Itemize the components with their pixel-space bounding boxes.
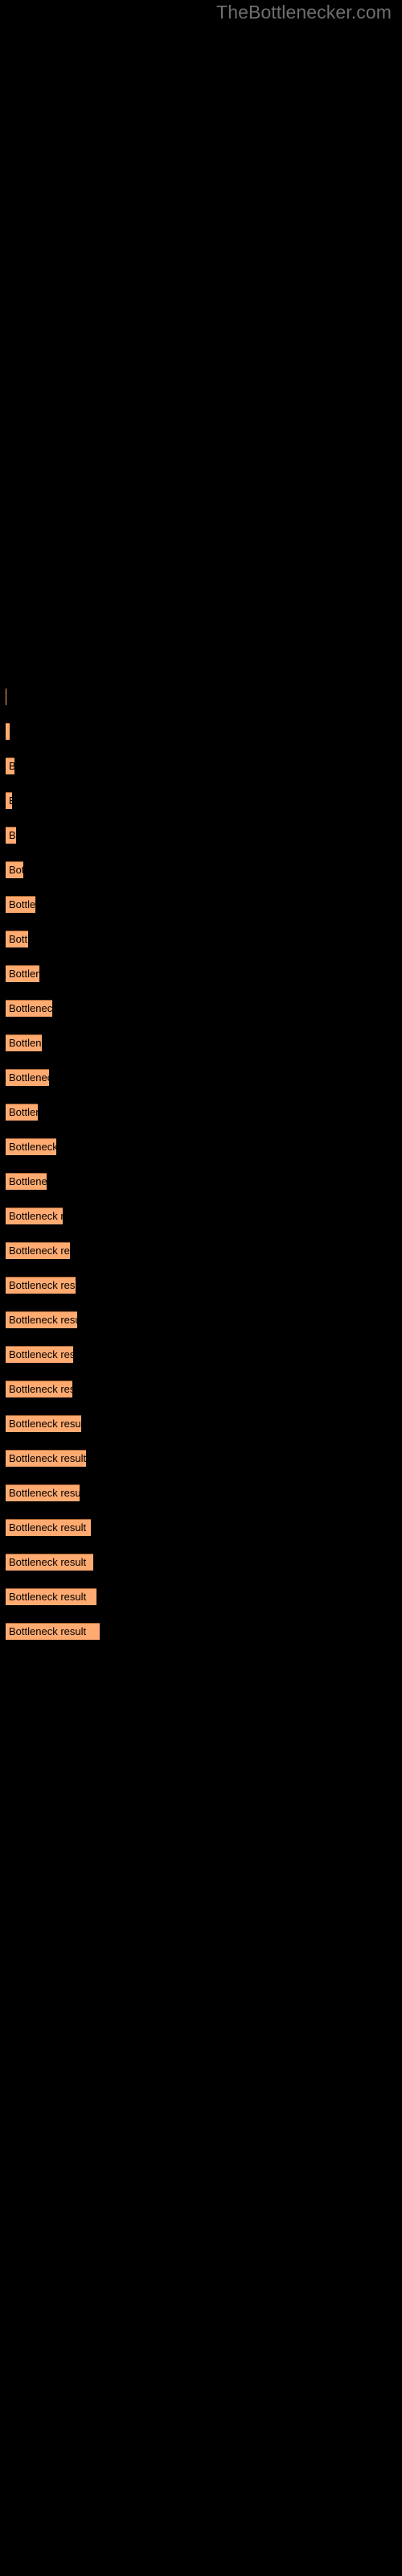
bar-27[interactable]: Bottleneck result bbox=[6, 1588, 96, 1605]
bar-row: Bottleneck result bbox=[0, 723, 402, 740]
bar-row: Bottleneck result bbox=[0, 1346, 402, 1363]
bar-row: Bottleneck result bbox=[0, 1484, 402, 1501]
bar-25[interactable]: Bottleneck result bbox=[6, 1519, 91, 1536]
bar-label: Bottleneck result bbox=[9, 968, 39, 980]
bar-row: Bottleneck result bbox=[0, 1415, 402, 1432]
bar-20[interactable]: Bottleneck result bbox=[6, 1346, 73, 1363]
bar-row: Bottleneck result bbox=[0, 1208, 402, 1224]
bar-label: Bottleneck result bbox=[9, 1452, 86, 1464]
bar-label: Bottleneck result bbox=[9, 898, 35, 910]
bar-label: Bottleneck result bbox=[9, 1106, 38, 1118]
bar-row: Bottleneck result bbox=[0, 1173, 402, 1190]
bar-row: Bottleneck result bbox=[0, 1588, 402, 1605]
bar-14[interactable]: Bottleneck result bbox=[6, 1138, 56, 1155]
bar-row: Bottleneck result bbox=[0, 1104, 402, 1121]
bar-label: Bottleneck result bbox=[9, 1141, 56, 1153]
bar-row: Bottleneck result bbox=[0, 1623, 402, 1640]
bar-row: Bottleneck result bbox=[0, 1450, 402, 1467]
bar-6[interactable]: Bottleneck result bbox=[6, 861, 23, 878]
bar-label: Bottleneck result bbox=[9, 1245, 70, 1257]
bar-26[interactable]: Bottleneck result bbox=[6, 1554, 93, 1571]
bottleneck-bar-chart: Bottleneck result Bottleneck result Bottle… bbox=[0, 0, 402, 2576]
bar-label: Bottleneck result bbox=[9, 1314, 77, 1326]
bar-row: Bottleneck result bbox=[0, 792, 402, 809]
bar-label: Bottleneck result bbox=[9, 726, 10, 737]
bar-row: Bottleneck result bbox=[0, 1519, 402, 1536]
bar-row: Bottleneck result bbox=[0, 1381, 402, 1397]
bar-label: Bottleneck result bbox=[9, 1487, 80, 1499]
bar-row: Bottleneck result bbox=[0, 1554, 402, 1571]
bar-row: Bottleneck result bbox=[0, 931, 402, 947]
bar-28[interactable]: Bottleneck result bbox=[6, 1623, 100, 1640]
bar-row: Bottleneck result bbox=[0, 1242, 402, 1259]
chart-plot-area: Bottleneck result Bottleneck result Bottle… bbox=[0, 0, 402, 2576]
bar-10[interactable]: Bottleneck result bbox=[6, 1000, 52, 1017]
bar-label: Bottleneck result bbox=[9, 1521, 87, 1534]
bar-label: Bottleneck result bbox=[9, 1591, 87, 1603]
bar-8[interactable]: Bottleneck result bbox=[6, 931, 28, 947]
bar-11[interactable]: Bottleneck result bbox=[6, 1034, 42, 1051]
bar-label: Bottleneck result bbox=[9, 1625, 87, 1637]
bar-13[interactable]: Bottleneck result bbox=[6, 1104, 38, 1121]
bar-3[interactable]: Bottleneck result bbox=[6, 758, 14, 774]
bar-24[interactable]: Bottleneck result bbox=[6, 1484, 80, 1501]
bar-2[interactable]: Bottleneck result bbox=[6, 723, 10, 740]
bar-15[interactable]: Bottleneck result bbox=[6, 1173, 47, 1190]
bar-label: Bottleneck result bbox=[9, 1279, 76, 1291]
bar-16[interactable]: Bottleneck result bbox=[6, 1208, 63, 1224]
bar-row: Bottleneck result bbox=[0, 965, 402, 982]
bar-12[interactable]: Bottleneck result bbox=[6, 1069, 49, 1086]
bar-row: Bottleneck result bbox=[0, 861, 402, 878]
bar-5[interactable]: Bottleneck result bbox=[6, 827, 16, 844]
bar-label: Bottleneck result bbox=[9, 829, 16, 841]
bar-row: Bottleneck result bbox=[0, 1277, 402, 1294]
bar-7[interactable]: Bottleneck result bbox=[6, 896, 35, 913]
bar-row: Bottleneck result bbox=[0, 896, 402, 913]
bar-label: Bottleneck result bbox=[9, 1071, 49, 1084]
bar-22[interactable]: Bottleneck result bbox=[6, 1415, 81, 1432]
bar-label: Bottleneck result bbox=[9, 795, 12, 807]
bar-9[interactable]: Bottleneck result bbox=[6, 965, 39, 982]
bar-18[interactable]: Bottleneck result bbox=[6, 1277, 76, 1294]
bar-label: Bottleneck result bbox=[9, 761, 14, 772]
bar-row: Bottleneck result bbox=[0, 1138, 402, 1155]
bar-label: Bottleneck result bbox=[9, 1037, 42, 1049]
bar-21[interactable]: Bottleneck result bbox=[6, 1381, 72, 1397]
bar-label: Bottleneck result bbox=[9, 1383, 72, 1395]
bar-label: Bottleneck result bbox=[9, 933, 28, 945]
bar-label: Bottleneck result bbox=[9, 1418, 81, 1430]
bar-23[interactable]: Bottleneck result bbox=[6, 1450, 86, 1467]
bar-row: Bottleneck result bbox=[0, 827, 402, 844]
bar-row: Bottleneck result bbox=[0, 688, 402, 705]
bar-row: Bottleneck result bbox=[0, 1000, 402, 1017]
bar-label: Bottleneck result bbox=[9, 1175, 47, 1187]
bar-label: Bottleneck result bbox=[9, 1210, 63, 1222]
bar-17[interactable]: Bottleneck result bbox=[6, 1242, 70, 1259]
bar-row: Bottleneck result bbox=[0, 1311, 402, 1328]
bar-19[interactable]: Bottleneck result bbox=[6, 1311, 77, 1328]
bar-row: Bottleneck result bbox=[0, 1034, 402, 1051]
bar-label: Bottleneck result bbox=[9, 1348, 73, 1360]
bar-row: Bottleneck result bbox=[0, 758, 402, 774]
bar-label: Bottleneck result bbox=[9, 864, 23, 876]
bar-4[interactable]: Bottleneck result bbox=[6, 792, 12, 809]
bar-row: Bottleneck result bbox=[0, 1069, 402, 1086]
bar-label: Bottleneck result bbox=[9, 1002, 52, 1014]
bar-label: Bottleneck result bbox=[9, 1556, 87, 1568]
